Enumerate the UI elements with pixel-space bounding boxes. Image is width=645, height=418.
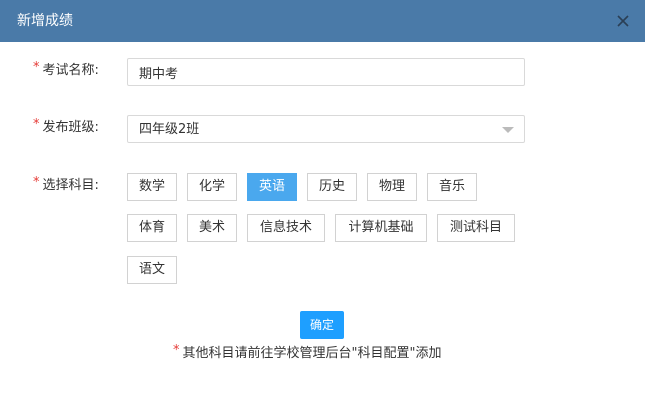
subject-button[interactable]: 物理 [367, 173, 417, 201]
required-mark: * [33, 60, 40, 75]
subject-button[interactable]: 音乐 [427, 173, 477, 201]
subject-config-note: * 其他科目请前往学校管理后台"科目配置"添加 [173, 343, 442, 362]
subject-button[interactable]: 信息技术 [247, 214, 325, 242]
subject-button[interactable]: 历史 [307, 173, 357, 201]
exam-name-input[interactable] [127, 58, 525, 86]
exam-name-label-text: 考试名称: [42, 63, 99, 78]
required-mark: * [33, 117, 40, 132]
subject-button[interactable]: 语文 [127, 256, 177, 284]
close-icon[interactable] [615, 13, 631, 29]
exam-name-label: * 考试名称: [33, 60, 99, 79]
subject-button[interactable]: 数学 [127, 173, 177, 201]
class-label-text: 发布班级: [42, 120, 99, 135]
subject-button[interactable]: 测试科目 [437, 214, 515, 242]
subjects-label: * 选择科目: [33, 175, 99, 194]
subject-button[interactable]: 化学 [187, 173, 237, 201]
subject-button[interactable]: 计算机基础 [335, 214, 427, 242]
add-score-dialog: 新增成绩 *考试名称: *发布班级: 四年级2班 *选择科目: 数学 化学 英语… [0, 0, 645, 418]
dialog-title: 新增成绩 [17, 13, 73, 29]
class-label: * 发布班级: [33, 117, 99, 136]
required-mark: * [33, 175, 40, 190]
subject-button[interactable]: 体育 [127, 214, 177, 242]
chevron-down-icon [502, 127, 514, 133]
confirm-button[interactable]: 确定 [300, 311, 344, 339]
required-mark: * [173, 343, 180, 358]
subject-button[interactable]: 英语 [247, 173, 297, 201]
note-text: 其他科目请前往学校管理后台"科目配置"添加 [182, 346, 442, 361]
subjects-label-text: 选择科目: [42, 178, 99, 193]
class-select-value: 四年级2班 [139, 122, 200, 137]
dialog-title-bar: 新增成绩 [0, 0, 645, 42]
class-select[interactable]: 四年级2班 [127, 115, 525, 143]
subject-button[interactable]: 美术 [187, 214, 237, 242]
